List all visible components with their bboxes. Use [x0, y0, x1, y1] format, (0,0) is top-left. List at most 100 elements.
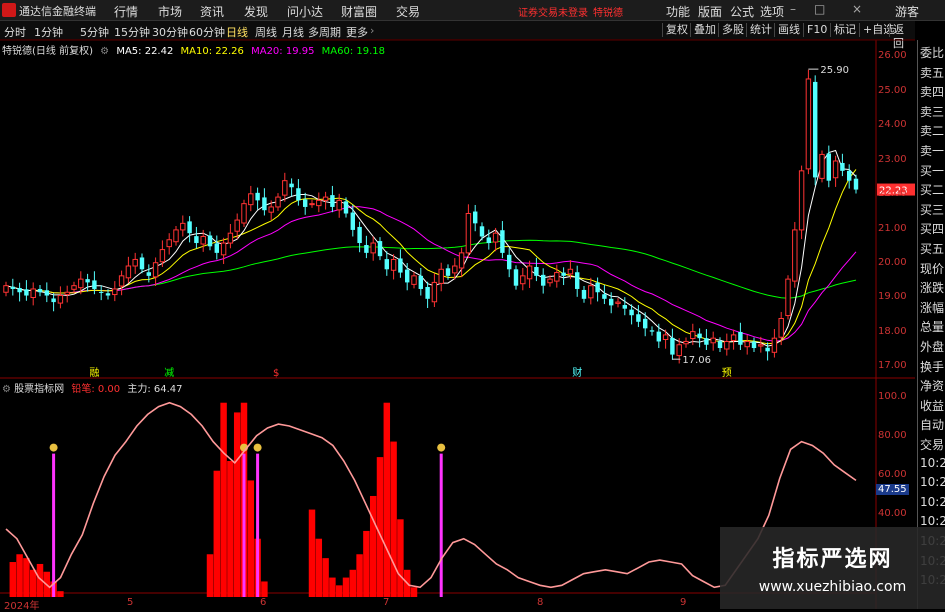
period-weekly[interactable]: 周线	[255, 24, 277, 40]
date-tick: 5	[127, 597, 134, 608]
indicator-value-1: 铅笔: 0.00	[71, 384, 121, 395]
candle-body	[738, 331, 743, 345]
date-tick: 7	[383, 597, 390, 608]
side-panel-item[interactable]: 卖五	[920, 64, 944, 81]
ma60-line	[5, 239, 857, 299]
menu-ask-xiaoda[interactable]: 问小达	[287, 3, 323, 20]
candle-body	[486, 237, 492, 244]
indicator-bar	[213, 470, 221, 597]
candle-body	[608, 298, 614, 306]
candle-body	[17, 287, 22, 293]
candle-body	[214, 243, 220, 253]
chart-area[interactable]: 25.9017.0622.23融减 $ 财预	[0, 40, 915, 609]
side-panel-item[interactable]: 买一	[920, 162, 944, 179]
period-60min[interactable]: 60分钟	[189, 24, 225, 40]
side-panel-item[interactable]: 卖四	[920, 83, 944, 100]
back-button[interactable]: 返回	[889, 23, 915, 50]
side-panel-item[interactable]: 涨幅	[920, 299, 944, 316]
candle-body	[506, 254, 512, 270]
candle-body	[798, 170, 805, 231]
candle-body	[78, 278, 84, 289]
side-panel-item[interactable]: 净资	[920, 377, 944, 394]
period-more[interactable]: 更多	[346, 24, 368, 40]
candle-body	[431, 281, 438, 303]
candle-body	[540, 274, 546, 286]
period-multi[interactable]: 多周期	[308, 24, 341, 40]
overlay-button[interactable]: 叠加	[690, 23, 719, 37]
candle-body	[819, 153, 825, 179]
period-toolbar: 分时 1分钟 5分钟 15分钟 30分钟 60分钟 日线 周线 月线 多周期 更…	[0, 21, 915, 50]
side-panel-item[interactable]: 10:2	[920, 475, 945, 489]
candle-body	[398, 258, 403, 273]
indicator-info-bar: ⚙ 股票指标网 铅笔: 0.00 主力: 64.47	[2, 380, 183, 395]
period-15min[interactable]: 15分钟	[114, 24, 150, 40]
side-panel-item[interactable]: 买二	[920, 181, 944, 198]
guest-user[interactable]: 游客	[895, 3, 919, 20]
menu-layout[interactable]: 版面	[698, 3, 722, 20]
candle-body	[636, 314, 641, 322]
side-panel-item[interactable]: 收益	[920, 397, 944, 414]
candle-body	[207, 235, 213, 247]
side-panel-item[interactable]: 自动	[920, 416, 944, 433]
side-panel-item[interactable]: 卖一	[920, 142, 944, 159]
multi-stock-button[interactable]: 多股	[718, 23, 747, 37]
mark-button[interactable]: 标记	[830, 23, 859, 37]
menu-options[interactable]: 选项	[760, 3, 784, 20]
menu-trade[interactable]: 交易	[396, 3, 420, 20]
menu-wealth-circle[interactable]: 财富圈	[341, 3, 377, 20]
candle-body	[805, 78, 812, 170]
period-30min[interactable]: 30分钟	[152, 24, 188, 40]
indicator-bar	[410, 587, 418, 597]
side-panel-item[interactable]: 交易	[920, 436, 944, 453]
side-panel-item[interactable]: 换手	[920, 358, 944, 375]
f10-button[interactable]: F10	[803, 23, 830, 37]
period-daily[interactable]: 日线	[226, 24, 248, 40]
maximize-icon[interactable]: □	[814, 2, 825, 16]
indicator-bar	[363, 530, 370, 597]
indicator-bar	[335, 585, 343, 597]
candle-body	[289, 183, 294, 188]
side-panel-item[interactable]: 现价	[920, 260, 944, 277]
candle-body	[778, 318, 784, 338]
indicator-bar	[16, 554, 23, 597]
adjust-button[interactable]: 复权	[662, 23, 691, 37]
side-panel-item[interactable]: 买四	[920, 220, 944, 237]
settings-icon[interactable]: ⚙	[2, 384, 11, 395]
side-panel-item[interactable]: 外盘	[920, 338, 944, 355]
indicator-bar	[369, 495, 377, 597]
minimize-icon[interactable]: –	[790, 2, 796, 16]
menu-discover[interactable]: 发现	[244, 3, 268, 20]
side-panel-item[interactable]: 买五	[920, 240, 944, 257]
close-icon[interactable]: ×	[852, 2, 862, 16]
indicator-value-2: 主力: 64.47	[127, 384, 183, 395]
menu-market[interactable]: 市场	[158, 3, 182, 20]
candle-body	[500, 230, 505, 253]
period-monthly[interactable]: 月线	[282, 24, 304, 40]
menu-formula[interactable]: 公式	[730, 3, 754, 20]
indicator-bar	[227, 461, 234, 597]
side-panel-item[interactable]: 委比	[920, 44, 944, 61]
chevron-right-icon[interactable]: ›	[370, 24, 374, 37]
menu-news[interactable]: 资讯	[200, 3, 224, 20]
candle-body	[166, 239, 172, 248]
draw-line-button[interactable]: 画线	[774, 23, 803, 37]
side-panel-item[interactable]: 卖二	[920, 122, 944, 139]
period-5min[interactable]: 5分钟	[80, 24, 109, 40]
settings-icon[interactable]: ⚙	[100, 46, 109, 57]
side-panel-item[interactable]: 卖三	[920, 103, 944, 120]
statistics-button[interactable]: 统计	[746, 23, 775, 37]
side-panel-item[interactable]: 总量	[920, 318, 944, 335]
period-intraday[interactable]: 分时	[4, 24, 26, 40]
menu-quotes[interactable]: 行情	[114, 3, 138, 20]
login-notice[interactable]: 证券交易未登录	[518, 4, 588, 19]
menu-functions[interactable]: 功能	[666, 3, 690, 20]
side-panel-item[interactable]: 买三	[920, 201, 944, 218]
ma20-line	[5, 206, 857, 342]
period-1min[interactable]: 1分钟	[34, 24, 63, 40]
candle-body	[30, 288, 36, 298]
candle-body	[602, 294, 607, 299]
candle-body	[629, 309, 634, 316]
side-panel-item[interactable]: 10:2	[920, 456, 945, 470]
side-panel-item[interactable]: 10:2	[920, 495, 945, 509]
side-panel-item[interactable]: 涨跌	[920, 279, 944, 296]
